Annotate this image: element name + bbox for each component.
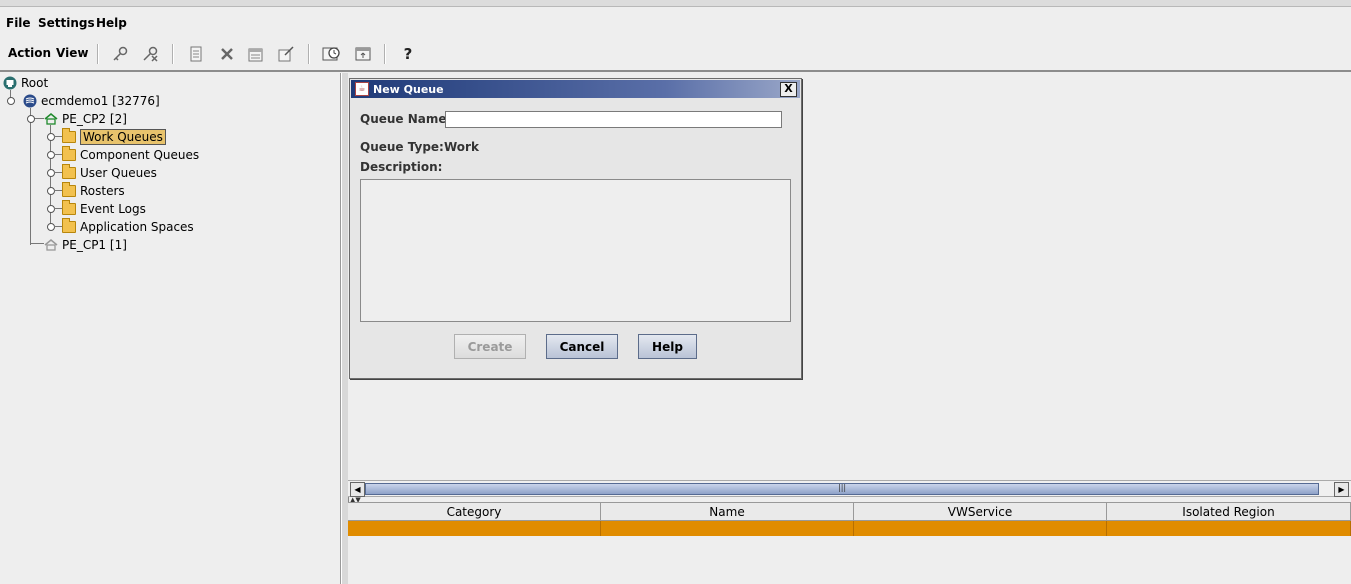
tree-connector [30,108,31,245]
tree-expand-handle[interactable] [7,97,15,105]
window-icon[interactable] [352,43,374,65]
toolbar: Action View ? [0,40,1351,68]
folder-user-queues-icon [62,163,76,179]
tree-connector [54,190,62,191]
tree-connector [54,226,62,227]
tree-connector [30,243,44,244]
queue-type-label: Queue Type: [360,140,444,154]
scroll-right-icon[interactable]: ▶ [1334,482,1349,497]
queue-type-value: Work [444,140,479,154]
tree-expand-handle[interactable] [47,169,55,177]
tree-connector [54,136,62,137]
tree-connector [54,208,62,209]
tree-connector [54,172,62,173]
tree-expand-handle[interactable] [47,205,55,213]
close-icon[interactable]: X [780,82,797,97]
connect-key-icon[interactable] [109,43,131,65]
horizontal-scrollbar[interactable]: ◀ ||| ▶ [348,480,1351,497]
tree-node-label: Rosters [80,183,125,198]
tree-expand-handle[interactable] [47,223,55,231]
column-header-vwservice[interactable]: VWService [854,503,1107,520]
folder-event-logs-icon [62,199,76,215]
tree-node-rosters[interactable]: Rosters [62,181,125,199]
tree-node-label: Component Queues [80,147,200,162]
tree-node-label: PE_CP1 [1] [62,237,127,252]
server-icon [23,94,37,107]
tree-node-label: Root [21,75,49,90]
menu-bar: File Settings Help [0,14,1351,34]
help-button[interactable]: Help [638,334,697,359]
help-question-icon[interactable]: ? [397,43,419,65]
table-cell [854,521,1107,536]
toolbar-separator [172,44,174,64]
toolbar-separator [308,44,310,64]
description-label: Description: [360,160,443,174]
tree-node-work-queues[interactable]: Work Queues [62,127,166,145]
menu-help[interactable]: Help [96,16,127,30]
refresh-icon[interactable] [321,43,343,65]
toolbar-action-menu[interactable]: Action [8,46,51,60]
disconnect-key-icon[interactable] [139,43,161,65]
toolbar-separator [97,44,99,64]
description-textarea[interactable] [360,179,791,322]
table-cell [1107,521,1351,536]
table-cell [601,521,854,536]
folder-work-queues-icon [62,127,76,143]
table-empty-area [348,536,1351,584]
java-cup-icon: ☕ [355,82,369,96]
create-button[interactable]: Create [454,334,526,359]
queue-name-input[interactable] [445,111,782,128]
cancel-button[interactable]: Cancel [546,334,618,359]
tree-connector [54,154,62,155]
dialog-title: New Queue [373,82,444,96]
tree-node-component-queues[interactable]: Component Queues [62,145,200,163]
column-header-name[interactable]: Name [601,503,854,520]
edit-icon[interactable] [275,43,297,65]
delete-icon[interactable] [216,43,238,65]
tree-node-label: Event Logs [80,201,146,216]
house-icon [44,112,58,125]
navigation-tree: Root ecmdemo1 [32776] PE_CP2 [2] Work Qu… [0,73,341,584]
tree-node-label: Work Queues [80,128,166,145]
tree-expand-handle[interactable] [47,187,55,195]
menu-file[interactable]: File [6,16,31,30]
tree-node-label: User Queues [80,165,157,180]
tree-node-pe-cp2[interactable]: PE_CP2 [2] [44,110,127,127]
tree-node-server[interactable]: ecmdemo1 [32776] [23,92,160,109]
menu-settings[interactable]: Settings [38,16,95,30]
tree-node-user-queues[interactable]: User Queues [62,163,157,181]
tree-node-label: Application Spaces [80,219,194,234]
queue-name-label: Queue Name: [360,112,452,126]
scrollbar-grip-icon: ||| [838,483,847,492]
house-icon [44,238,58,251]
tree-expand-handle[interactable] [47,133,55,141]
tree-node-event-logs[interactable]: Event Logs [62,199,146,217]
table-cell [348,521,601,536]
new-item-icon[interactable] [185,43,207,65]
window-title-strip [0,0,1351,7]
column-header-isolated-region[interactable]: Isolated Region [1107,503,1351,520]
results-table: Category Name VWService Isolated Region [348,502,1351,537]
dialog-title-bar[interactable]: ☕ New Queue X [351,80,800,98]
toolbar-separator [384,44,386,64]
toolbar-divider [0,70,1351,72]
tree-expand-handle[interactable] [47,151,55,159]
column-header-category[interactable]: Category [348,503,601,520]
tree-node-label: ecmdemo1 [32776] [41,93,160,108]
properties-icon[interactable] [245,43,267,65]
new-queue-dialog: ☕ New Queue X Queue Name: Queue Type: Wo… [349,78,802,379]
toolbar-view-menu[interactable]: View [56,46,88,60]
tree-node-label: PE_CP2 [2] [62,111,127,126]
root-icon [3,76,17,89]
folder-application-spaces-icon [62,217,76,233]
scroll-left-icon[interactable]: ◀ [350,482,365,497]
folder-rosters-icon [62,181,76,197]
table-header: Category Name VWService Isolated Region [348,502,1351,521]
tree-node-root[interactable]: Root [3,74,48,91]
tree-node-application-spaces[interactable]: Application Spaces [62,217,194,235]
table-row[interactable] [348,521,1351,537]
tree-node-pe-cp1[interactable]: PE_CP1 [1] [44,236,127,253]
folder-component-queues-icon [62,145,76,161]
tree-expand-handle[interactable] [27,115,35,123]
